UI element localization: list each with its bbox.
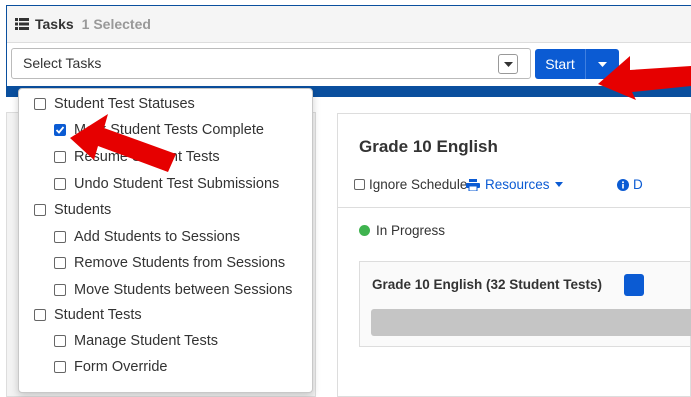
expand-icon[interactable] xyxy=(624,274,644,296)
caret-down-icon xyxy=(554,182,563,187)
details-label: D xyxy=(633,177,643,192)
resources-dropdown[interactable]: Resources xyxy=(466,177,563,192)
checkbox[interactable] xyxy=(54,257,66,269)
menu-item-move-students[interactable]: Move Students between Sessions xyxy=(54,282,292,298)
resources-label: Resources xyxy=(485,177,550,192)
checkbox[interactable] xyxy=(354,179,365,190)
printer-icon xyxy=(466,178,480,191)
checkbox[interactable] xyxy=(34,309,46,321)
checkbox[interactable] xyxy=(34,98,46,110)
session-status: In Progress xyxy=(359,223,445,238)
tasks-selected-count: 1 Selected xyxy=(81,16,151,32)
checkbox[interactable] xyxy=(34,204,46,216)
menu-item-form-override[interactable]: Form Override xyxy=(54,359,167,375)
tasks-title: Tasks xyxy=(35,16,74,32)
menu-item-label: Form Override xyxy=(74,359,168,375)
annotation-arrow-icon xyxy=(70,114,176,172)
checkbox[interactable] xyxy=(54,178,66,190)
checkbox[interactable] xyxy=(54,231,66,243)
chevron-down-icon[interactable] xyxy=(498,54,518,74)
ignore-schedule-checkbox[interactable]: Ignore Schedule xyxy=(354,177,467,192)
checkbox[interactable] xyxy=(54,151,66,163)
menu-item-remove-students[interactable]: Remove Students from Sessions xyxy=(54,255,285,271)
select-tasks-dropdown[interactable]: Select Tasks xyxy=(11,48,531,79)
ignore-schedule-label: Ignore Schedule xyxy=(369,177,468,192)
checkbox[interactable] xyxy=(54,335,66,347)
student-tests-title: Grade 10 English (32 Student Tests) xyxy=(372,277,603,292)
annotation-arrow-icon xyxy=(598,56,691,100)
menu-group-students[interactable]: Students xyxy=(34,202,111,218)
menu-item-label: Add Students to Sessions xyxy=(74,229,241,245)
info-icon xyxy=(617,178,629,191)
menu-item-add-students[interactable]: Add Students to Sessions xyxy=(54,229,240,245)
session-title: Grade 10 English xyxy=(359,137,498,156)
details-link[interactable]: D xyxy=(617,177,643,192)
menu-group-label: Student Tests xyxy=(54,307,142,323)
status-label: In Progress xyxy=(376,223,446,238)
menu-group-student-tests[interactable]: Student Tests xyxy=(34,307,142,323)
checkbox-checked[interactable] xyxy=(54,124,66,136)
menu-item-manage-tests[interactable]: Manage Student Tests xyxy=(54,333,218,349)
start-button[interactable]: Start xyxy=(535,49,585,79)
menu-group-label: Students xyxy=(54,202,112,218)
tasks-header: Tasks 1 Selected xyxy=(7,6,691,43)
check-icon xyxy=(55,126,65,134)
menu-item-label: Remove Students from Sessions xyxy=(74,255,286,271)
status-dot-icon xyxy=(359,225,370,236)
menu-item-label: Move Students between Sessions xyxy=(74,282,293,298)
checkbox[interactable] xyxy=(54,361,66,373)
checkbox[interactable] xyxy=(54,284,66,296)
divider xyxy=(337,207,691,208)
menu-item-label: Manage Student Tests xyxy=(74,333,219,349)
progress-bar xyxy=(371,309,691,336)
tasks-list-icon xyxy=(15,18,29,30)
